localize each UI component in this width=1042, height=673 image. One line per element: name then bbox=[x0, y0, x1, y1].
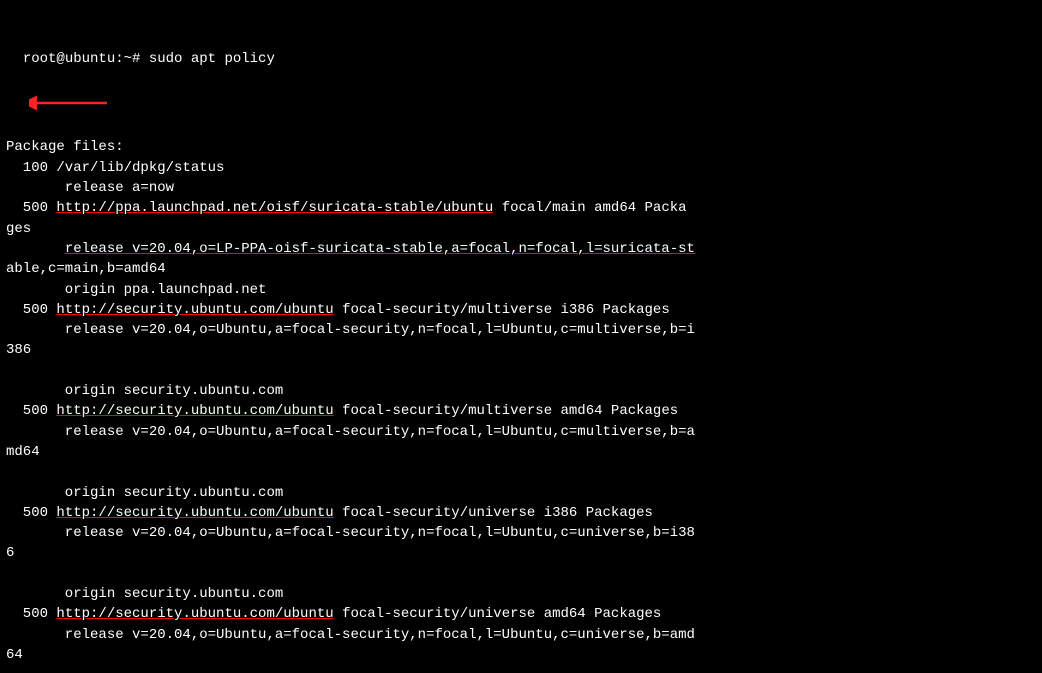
line-64: 64 bbox=[6, 647, 23, 663]
line-release-ppa: release v=20.04,o=LP-PPA-oisf-suricata-s… bbox=[6, 241, 695, 257]
line-ges: ges bbox=[6, 221, 31, 237]
line-origin-sec-1: origin security.ubuntu.com bbox=[6, 383, 283, 399]
line-386: 386 bbox=[6, 342, 31, 358]
line-release-sec-multi-amd64: release v=20.04,o=Ubuntu,a=focal-securit… bbox=[6, 424, 695, 440]
line-release-sec-multi-i386: release v=20.04,o=Ubuntu,a=focal-securit… bbox=[6, 322, 695, 338]
line-release-sec-uni-amd64: release v=20.04,o=Ubuntu,a=focal-securit… bbox=[6, 627, 695, 643]
prompt: root@ubuntu:~# bbox=[23, 51, 149, 67]
line-able: able,c=main,b=amd64 bbox=[6, 261, 166, 277]
url-ppa-launchpad: http://ppa.launchpad.net/oisf/suricata-s… bbox=[56, 200, 493, 216]
line-500-sec-uni-i386: 500 http://security.ubuntu.com/ubuntu fo… bbox=[6, 505, 653, 521]
url-security-ubuntu-2: http://security.ubuntu.com/ubuntu bbox=[56, 403, 333, 419]
line-pkg-files: Package files: bbox=[6, 139, 124, 155]
line-md64: md64 bbox=[6, 444, 40, 460]
line-500-sec-uni-amd64: 500 http://security.ubuntu.com/ubuntu fo… bbox=[6, 606, 661, 622]
line-500-ppa: 500 http://ppa.launchpad.net/oisf/surica… bbox=[6, 200, 687, 216]
url-security-ubuntu-4: http://security.ubuntu.com/ubuntu bbox=[56, 606, 333, 622]
terminal-output: root@ubuntu:~# sudo apt policy bbox=[6, 8, 1036, 117]
terminal-body: Package files: 100 /var/lib/dpkg/status … bbox=[6, 117, 1036, 665]
line-500-sec-multi-i386: 500 http://security.ubuntu.com/ubuntu fo… bbox=[6, 302, 670, 318]
release-ppa-value: release v=20.04,o=LP-PPA-oisf-suricata-s… bbox=[65, 241, 695, 257]
line-origin-sec-3: origin security.ubuntu.com bbox=[6, 586, 283, 602]
line-100: 100 /var/lib/dpkg/status bbox=[6, 160, 224, 176]
line-6: 6 bbox=[6, 545, 14, 561]
url-security-ubuntu-3: http://security.ubuntu.com/ubuntu bbox=[56, 505, 333, 521]
line-500-sec-multi-amd64: 500 http://security.ubuntu.com/ubuntu fo… bbox=[6, 403, 678, 419]
line-origin-sec-2: origin security.ubuntu.com bbox=[6, 485, 283, 501]
line-origin-ppa: origin ppa.launchpad.net bbox=[6, 282, 266, 298]
url-security-ubuntu-1: http://security.ubuntu.com/ubuntu bbox=[56, 302, 333, 318]
line-release-sec-uni-i386: release v=20.04,o=Ubuntu,a=focal-securit… bbox=[6, 525, 695, 541]
command: sudo apt policy bbox=[149, 51, 275, 67]
line-release-now: release a=now bbox=[6, 180, 174, 196]
arrow-annotation bbox=[29, 89, 109, 117]
